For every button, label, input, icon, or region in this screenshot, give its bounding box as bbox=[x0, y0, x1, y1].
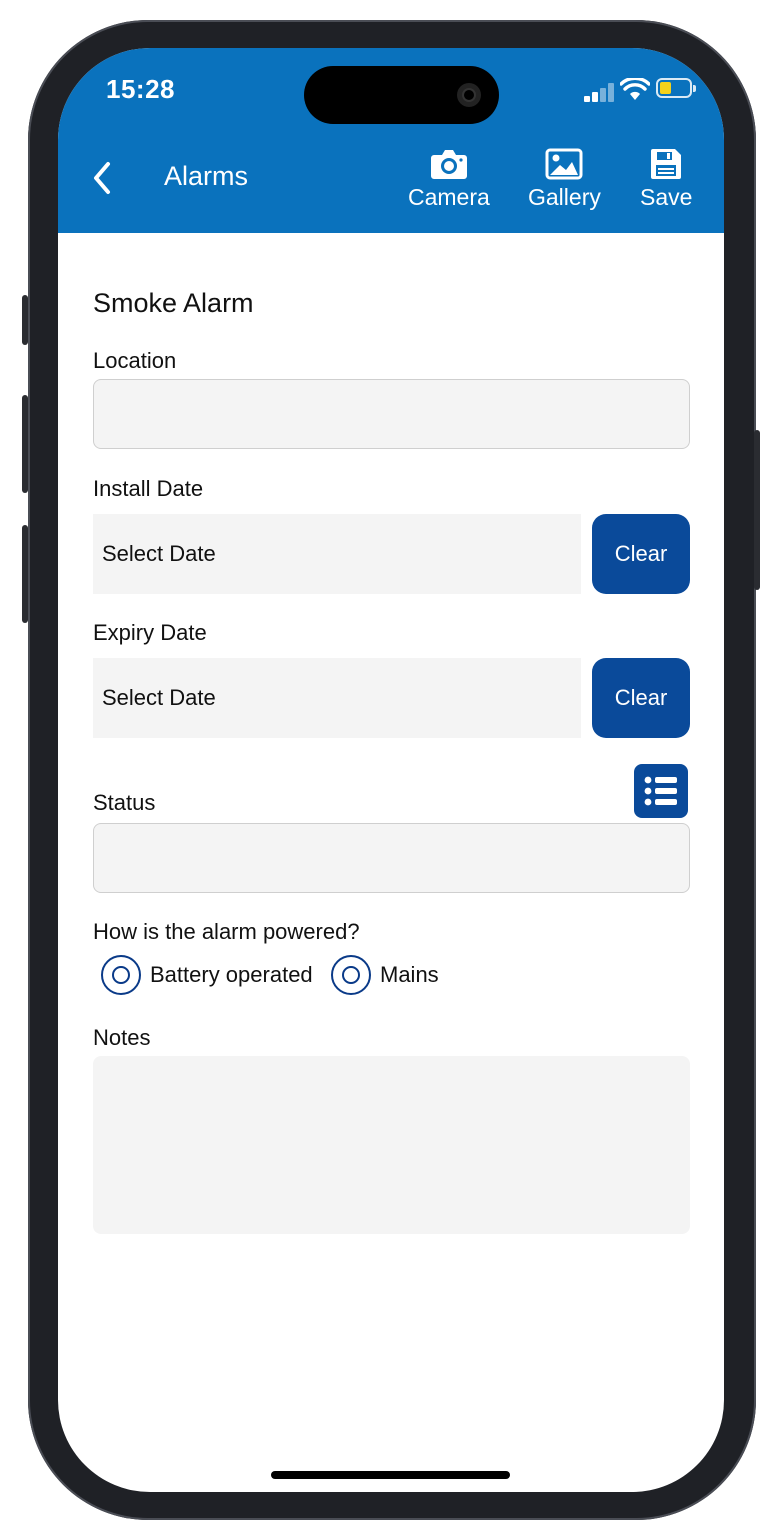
wifi-icon bbox=[620, 78, 650, 100]
save-button-label: Save bbox=[640, 184, 693, 210]
dynamic-island bbox=[304, 66, 499, 124]
volume-down-button bbox=[22, 525, 28, 623]
power-button bbox=[754, 430, 760, 590]
install-date-value: Select Date bbox=[102, 541, 216, 566]
install-date-picker[interactable]: Select Date bbox=[93, 514, 581, 594]
radio-mains-label[interactable]: Mains bbox=[380, 962, 439, 988]
chevron-left-icon bbox=[94, 162, 110, 194]
expiry-date-value: Select Date bbox=[102, 685, 216, 710]
status-list-button[interactable] bbox=[634, 764, 688, 818]
location-input[interactable] bbox=[93, 379, 690, 449]
radio-mains[interactable] bbox=[331, 955, 371, 995]
status-time: 15:28 bbox=[106, 74, 175, 104]
radio-battery-operated-label[interactable]: Battery operated bbox=[150, 962, 313, 988]
floppy-disk-icon bbox=[651, 149, 682, 179]
camera-button-label: Camera bbox=[408, 184, 490, 210]
expiry-date-label: Expiry Date bbox=[93, 620, 207, 645]
battery-icon bbox=[656, 78, 696, 98]
expiry-date-picker[interactable]: Select Date bbox=[93, 658, 581, 738]
mute-switch bbox=[22, 295, 28, 345]
save-button[interactable]: Save bbox=[640, 148, 692, 211]
section-title: Smoke Alarm bbox=[93, 288, 254, 318]
cellular-signal-icon bbox=[584, 82, 616, 102]
page-title: Alarms bbox=[164, 161, 249, 191]
install-date-label: Install Date bbox=[93, 476, 204, 501]
install-date-clear-button[interactable]: Clear bbox=[592, 514, 690, 594]
home-indicator[interactable] bbox=[271, 1471, 510, 1479]
camera-button[interactable]: Camera bbox=[408, 148, 490, 211]
status-label: Status bbox=[93, 790, 156, 815]
notes-textarea[interactable] bbox=[93, 1056, 690, 1234]
list-icon bbox=[644, 776, 677, 806]
radio-battery-operated[interactable] bbox=[101, 955, 141, 995]
volume-up-button bbox=[22, 395, 28, 493]
notes-label: Notes bbox=[93, 1025, 151, 1050]
image-icon bbox=[545, 148, 583, 180]
power-question: How is the alarm powered? bbox=[93, 919, 360, 944]
gallery-button-label: Gallery bbox=[528, 184, 601, 210]
back-button[interactable] bbox=[88, 158, 118, 198]
expiry-date-clear-button[interactable]: Clear bbox=[592, 658, 690, 738]
app-header: 15:28 Alarms Camera Gallery Save bbox=[58, 48, 724, 233]
status-input[interactable] bbox=[93, 823, 690, 893]
camera-icon bbox=[430, 150, 467, 179]
gallery-button[interactable]: Gallery bbox=[528, 148, 601, 211]
app-screen: 15:28 Alarms Camera Gallery Save Smoke A… bbox=[58, 48, 724, 1492]
location-label: Location bbox=[93, 348, 177, 373]
